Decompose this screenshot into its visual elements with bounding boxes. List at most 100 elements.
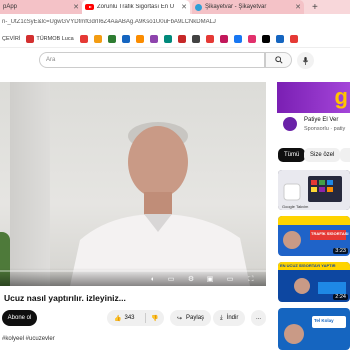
bookmark-item[interactable]: ÇEVİRİ [2,36,20,42]
bookmark-item[interactable] [289,34,298,43]
fullscreen-icon[interactable]: ⛶ [246,276,256,284]
download-icon: ⤓ [220,314,223,321]
thumbnail-caption: EN UCUZ SİGORTAYI YAPTIR [280,263,336,268]
youtube-header: Ara [0,48,350,74]
bookmark-item[interactable] [93,34,102,43]
video-thumbnail[interactable]: Tel Kolay [278,308,350,350]
subtitles-icon[interactable]: ▭ [166,276,176,284]
bookmark-icon [149,34,158,43]
more-icon: ... [256,315,262,321]
ad-avatar [283,117,297,131]
video-player[interactable]: ◐ ▭ ⚙ ▣ ▭ ⛶ [0,82,266,286]
download-label: İndir [226,315,239,321]
bookmark-item[interactable] [205,34,214,43]
progress-bar[interactable] [0,270,266,272]
tab-whatsapp[interactable]: pApp ✕ [0,0,82,14]
video-duration: 2:24 [333,294,348,300]
bookmark-item[interactable] [219,34,228,43]
download-button[interactable]: ⤓ İndir [213,310,246,326]
tab-label: Zorunlu Trafik Sigortası En U [97,4,175,10]
bookmark-icon [93,34,102,43]
bookmark-item[interactable] [79,34,88,43]
bookmark-icon [177,34,186,43]
bookmark-item[interactable] [191,34,200,43]
dislike-button[interactable]: 👎 [146,315,158,322]
bookmark-icon [275,34,284,43]
video-thumbnail[interactable]: EN UCUZ SİGORTAYI YAPTIR 2:24 [278,262,350,302]
like-dislike-group: 👍 343 👎 [107,310,164,326]
close-icon[interactable]: ✕ [292,3,301,11]
search-input[interactable]: Ara [39,52,265,68]
address-bar[interactable]: n-_UtZ1cSyE&lc=UgwGVYDfmfGdrII6Z4AaABAg.… [0,14,350,30]
thumbnail-image [278,308,350,350]
share-button[interactable]: ↪ Paylaş [170,310,212,326]
bookmark-icon [261,34,270,43]
voice-search-button[interactable] [297,52,314,69]
subscribe-button[interactable]: Abone ol [2,310,37,326]
bookmark-item[interactable]: TÜRMOB Luca [26,34,74,43]
ad-banner[interactable]: g [277,82,350,113]
thumbs-down-icon: 👎 [151,315,159,322]
chip-more[interactable] [340,148,350,162]
share-icon: ↪ [177,315,183,322]
settings-icon[interactable]: ⚙ [186,276,196,284]
close-icon[interactable]: ✕ [70,3,79,11]
youtube-icon [85,4,94,10]
bookmark-item[interactable] [163,34,172,43]
tab-youtube[interactable]: Zorunlu Trafik Sigortası En U ✕ [82,0,190,14]
new-tab-button[interactable]: + [312,2,318,13]
autoplay-toggle-icon[interactable]: ◐ [148,276,158,284]
bookmark-icon [289,34,298,43]
bookmark-item[interactable] [177,34,186,43]
bookmark-item[interactable] [135,34,144,43]
video-hashtags[interactable]: #kolyeel #ucuzevler [2,336,55,342]
browser-window: pApp ✕ Zorunlu Trafik Sigortası En U ✕ Ş… [0,0,350,350]
bookmark-item[interactable] [261,34,270,43]
search-button[interactable] [265,52,292,68]
bookmark-item[interactable] [149,34,158,43]
thumbnail-caption: Tel Kolay [314,318,334,323]
bookmark-icon [26,34,35,43]
bookmark-item[interactable] [107,34,116,43]
microphone-icon [302,56,309,65]
ad-sponsor-label: Sponsorlu · patiy [304,126,346,132]
share-label: Paylaş [186,315,205,321]
tab-label: pApp [3,4,18,10]
bookmark-item[interactable] [275,34,284,43]
bookmark-icon [233,34,242,43]
player-controls: ◐ ▭ ⚙ ▣ ▭ ⛶ [0,268,266,286]
tab-bar: pApp ✕ Zorunlu Trafik Sigortası En U ✕ Ş… [0,0,350,14]
thumbnail-caption: Google Takvim [282,204,309,209]
bookmark-item[interactable] [247,34,256,43]
close-icon[interactable]: ✕ [178,3,187,11]
thumbs-up-icon: 👍 [114,315,122,322]
thumbnail-caption: TRAFİK SİGORTASI [311,231,349,236]
miniplayer-icon[interactable]: ▣ [205,276,215,284]
theater-icon[interactable]: ▭ [225,276,235,284]
bookmark-label: ÇEVİRİ [2,35,21,42]
bookmark-icon [205,34,214,43]
bookmark-icon [219,34,228,43]
chip-all[interactable]: Tümü [278,148,306,162]
bookmark-icon [163,34,172,43]
bookmark-icon [121,34,130,43]
bookmark-item[interactable] [233,34,242,43]
video-title: Ucuz nasıl yaptırılır. izleyiniz... [4,293,126,303]
tab-sikayetvar[interactable]: Şikayetvar - Şikayetvar ✕ [192,0,304,14]
video-background [10,82,50,286]
ad-brand-letter: g [334,84,348,109]
like-button[interactable]: 👍 343 [107,315,145,322]
video-thumbnail[interactable]: TRAFİK SİGORTASI 3:23 [278,216,350,256]
bookmark-icon [191,34,200,43]
video-thumbnail[interactable]: Google Takvim [278,170,350,210]
bookmarks-bar: ÇEVİRİ TÜRMOB Luca [0,30,350,48]
bookmark-item[interactable] [121,34,130,43]
chip-for-you[interactable]: Size özel [304,148,341,162]
bookmark-label: TÜRMOB Luca [36,35,74,42]
recommendations-sidebar: g Patiye El Ver Sponsorlu · patiy Tümü S… [274,82,350,350]
tab-label: Şikayetvar - Şikayetvar [205,4,267,10]
more-actions-button[interactable]: ... [251,310,267,326]
search-icon [274,56,283,64]
ad-title[interactable]: Patiye El Ver [304,117,338,123]
url-text: n-_UtZ1cSyE&lc=UgwGVYDfmfGdrII6Z4AaABAg.… [2,19,216,25]
